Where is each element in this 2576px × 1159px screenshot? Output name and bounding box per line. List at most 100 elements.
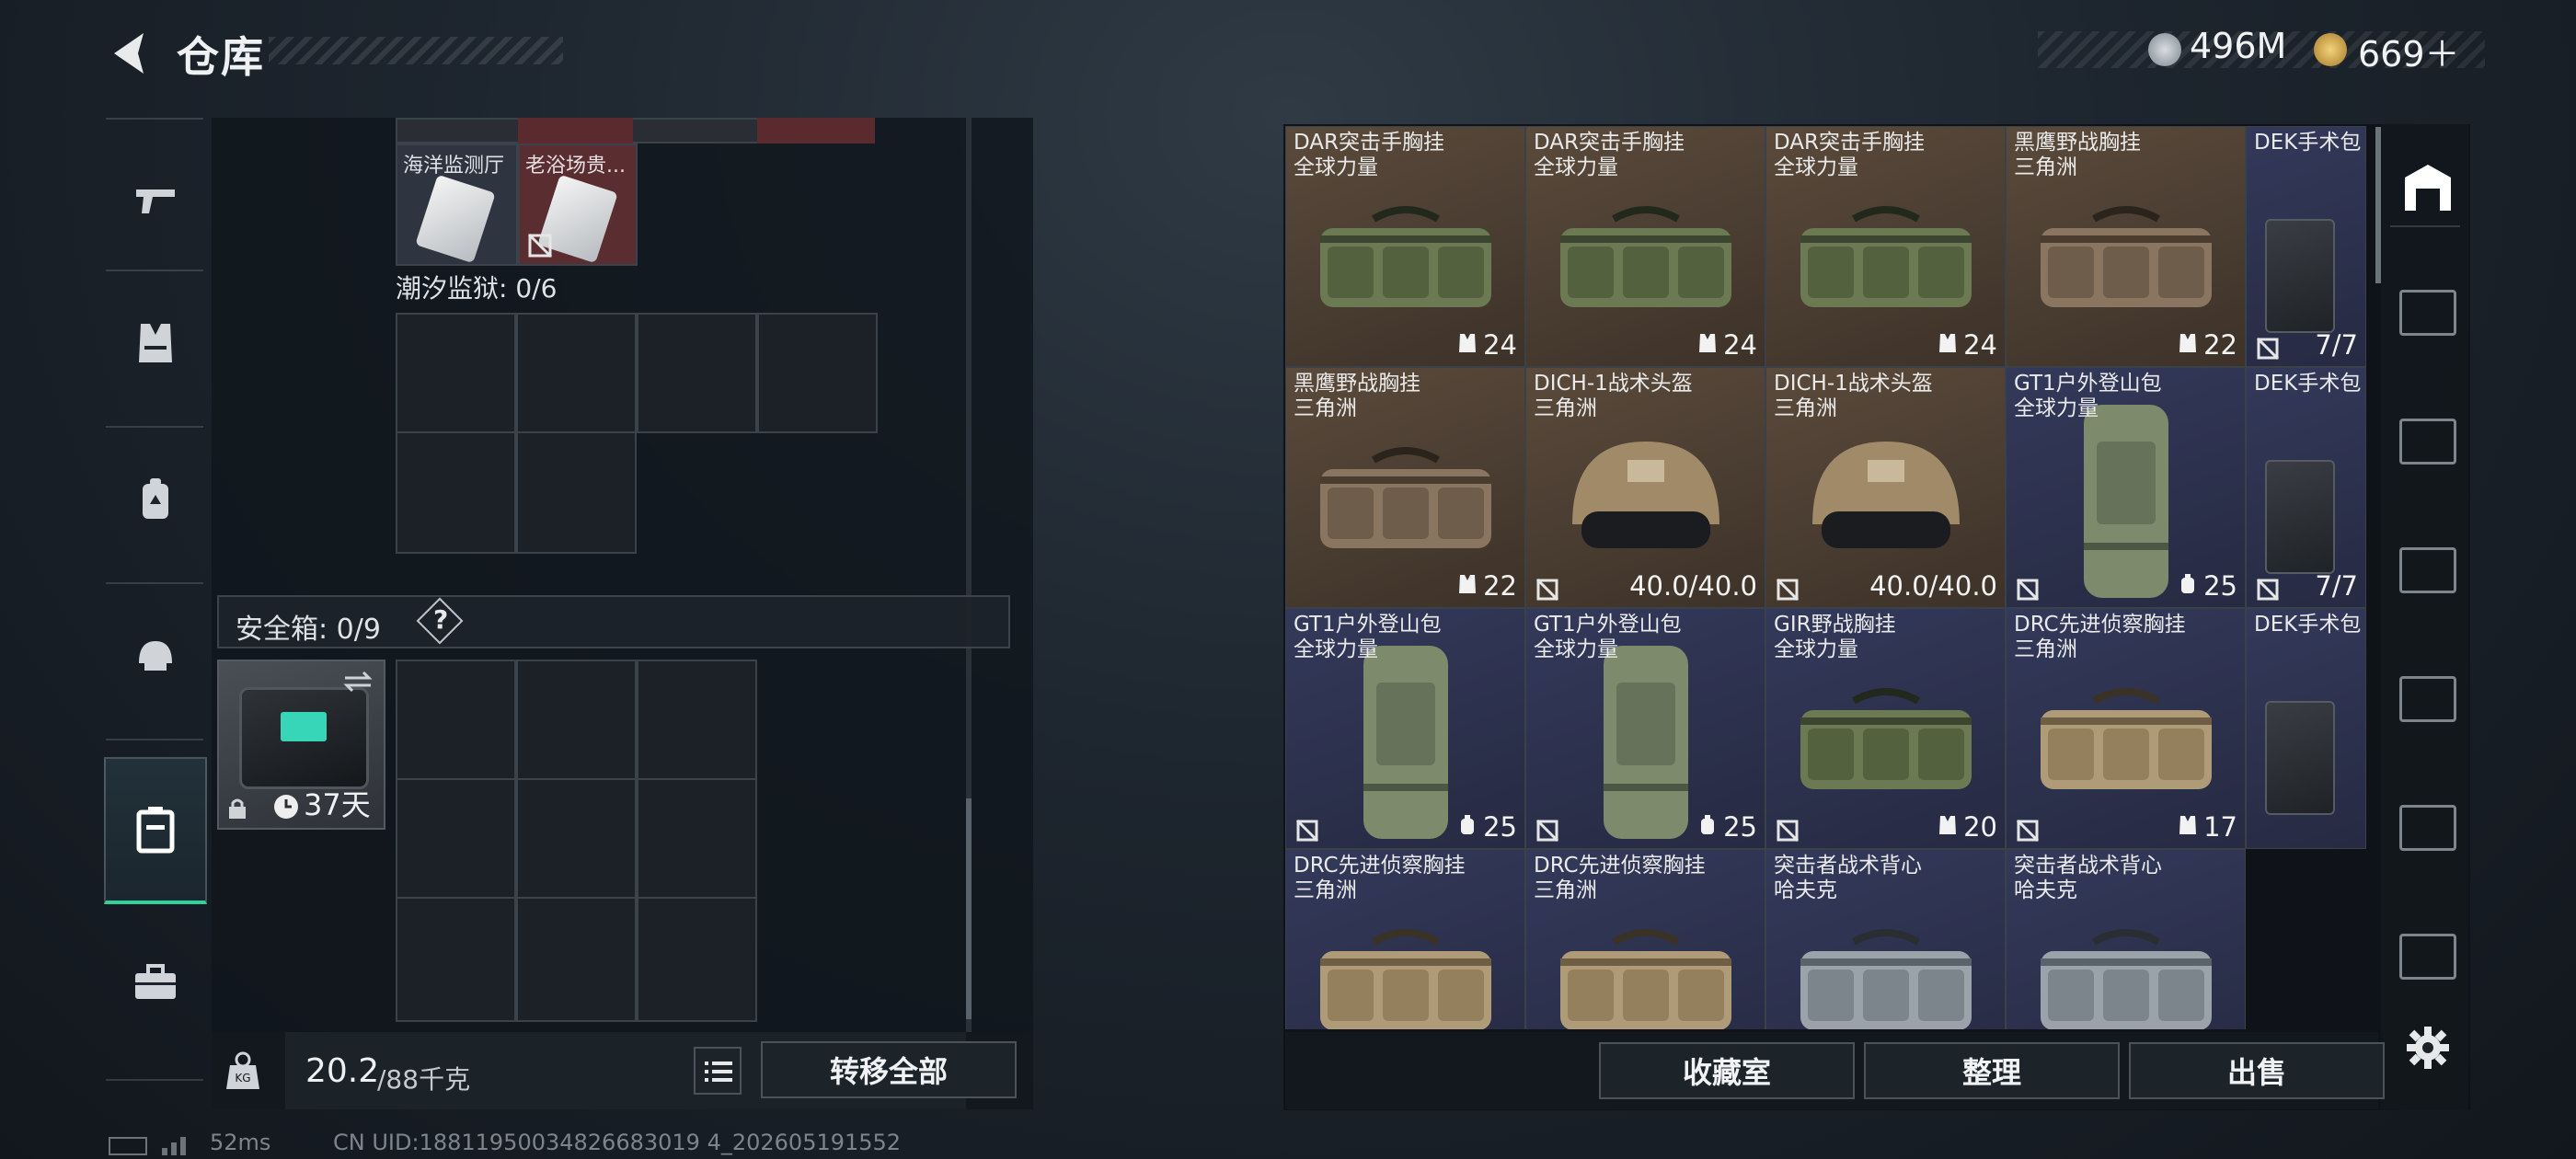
item-count: 25	[1457, 811, 1517, 843]
item-name: GT1户外登山包	[2014, 372, 2162, 396]
page-title: 仓库	[177, 32, 265, 82]
dek-surgery-kit[interactable]: DEK手术包 7/7	[2246, 367, 2366, 608]
inventory-item[interactable]: DAR突击手胸挂 全球力量 24	[1525, 126, 1765, 367]
iv-filter-icon[interactable]	[2399, 547, 2456, 593]
item-name: GT1户外登山包	[1534, 613, 1682, 637]
scrollbar-track[interactable]	[966, 118, 972, 1038]
gear-icon[interactable]	[2405, 1025, 2451, 1071]
no-trade-icon	[2016, 578, 2040, 602]
item-count: 17	[2178, 811, 2237, 843]
safe-slot[interactable]	[396, 660, 516, 780]
item-faction: 全球力量	[2014, 396, 2099, 420]
weight-value: 20.2	[305, 1052, 380, 1090]
safe-slot[interactable]	[396, 897, 516, 1022]
inventory-item[interactable]: 突击者战术背心 哈夫克	[2006, 849, 2246, 1029]
vest-capacity-icon	[1457, 329, 1478, 361]
storage-slot[interactable]	[396, 431, 516, 554]
dek-surgery-kit[interactable]: DEK手术包 7/7	[2246, 126, 2366, 367]
scrollbar-thumb[interactable]	[966, 798, 972, 1019]
inventory-item[interactable]: DRC先进侦察胸挂 三角洲	[1285, 849, 1525, 1029]
nav-backpack[interactable]	[104, 430, 207, 568]
helmet-image	[1526, 414, 1765, 589]
keycard-icon	[415, 174, 496, 264]
safe-box-item[interactable]: 37天	[217, 660, 385, 830]
nav-briefcase[interactable]	[104, 913, 207, 1051]
item-faction: 全球力量	[1774, 637, 1858, 661]
silver-coin-icon	[2148, 33, 2181, 66]
safe-slot[interactable]	[396, 778, 516, 899]
safe-slot[interactable]	[637, 660, 757, 780]
storage-slot[interactable]	[516, 431, 637, 554]
gt1-filter-icon[interactable]	[2399, 419, 2456, 465]
item-faction: 全球力量	[1534, 155, 1618, 179]
item-name: DICH-1战术头盔	[1534, 372, 1693, 396]
inventory-item[interactable]: 突击者战术背心 哈夫克	[1765, 849, 2006, 1029]
storage-slot[interactable]	[757, 313, 878, 433]
nav-vest[interactable]	[104, 274, 207, 412]
inventory-item[interactable]: DICH-1战术头盔 三角洲 40.0/40.0	[1525, 367, 1765, 608]
bag-tan-image	[1286, 896, 1524, 1029]
storage-item[interactable]: 海洋监测厅	[396, 143, 518, 266]
item-name: 黑鹰野战胸挂	[2014, 131, 2141, 155]
inventory-item[interactable]: GT1户外登山包 全球力量 25	[1285, 608, 1525, 849]
storage-slot[interactable]	[516, 313, 637, 433]
inventory-item[interactable]: DAR突击手胸挂 全球力量 24	[1765, 126, 2006, 367]
tall-pack-image	[2007, 405, 2245, 598]
safe-slot[interactable]	[637, 778, 757, 899]
dek-surgery-kit[interactable]: DEK手术包	[2246, 608, 2366, 849]
v-filter-icon[interactable]	[2399, 934, 2456, 980]
inventory-item[interactable]: DICH-1战术头盔 三角洲 40.0/40.0	[1765, 367, 2006, 608]
inventory-item[interactable]: GIR野战胸挂 全球力量 20	[1765, 608, 2006, 849]
no-trade-icon	[2016, 819, 2040, 843]
bag-camo-image	[1286, 414, 1524, 589]
inventory-item[interactable]: DAR突击手胸挂 全球力量 24	[1285, 126, 1525, 367]
item-count-value: 25	[1723, 811, 1757, 843]
item-name: GT1户外登山包	[1294, 613, 1442, 637]
weight-icon: KG	[226, 1051, 259, 1089]
nav-weapon[interactable]	[104, 132, 207, 270]
inventory-item[interactable]: DRC先进侦察胸挂 三角洲	[1525, 849, 1765, 1029]
signal-icon	[162, 1133, 199, 1155]
item-count: 22	[2178, 329, 2237, 361]
storage-item[interactable]: 老浴场贵...	[518, 143, 638, 266]
item-name: DRC先进侦察胸挂	[2014, 613, 2186, 637]
ping-text: 52ms	[210, 1130, 271, 1155]
item-count: 40.0/40.0	[1629, 570, 1757, 602]
safe-slot[interactable]	[516, 897, 637, 1022]
gold-amount[interactable]: 669＋	[2358, 26, 2460, 76]
inventory-item[interactable]: GT1户外登山包 全球力量 25	[2006, 367, 2246, 608]
inventory-item[interactable]: 黑鹰野战胸挂 三角洲 22	[2006, 126, 2246, 367]
nav-container[interactable]	[104, 757, 207, 904]
back-arrow-icon[interactable]	[103, 26, 158, 81]
v-filter-icon[interactable]	[2399, 676, 2456, 722]
item-count-value: 24	[1723, 329, 1757, 361]
inventory-item[interactable]: 黑鹰野战胸挂 三角洲 22	[1285, 367, 1525, 608]
v-filter-icon[interactable]	[2399, 805, 2456, 851]
no-trade-icon	[1776, 578, 1800, 602]
collection-room-button[interactable]: 收藏室	[1599, 1042, 1855, 1099]
transfer-all-button[interactable]: 转移全部	[761, 1041, 1017, 1098]
storage-slot[interactable]	[637, 313, 757, 433]
swap-icon[interactable]	[341, 669, 374, 694]
inventory-item[interactable]: GT1户外登山包 全球力量 25	[1525, 608, 1765, 849]
safe-slot[interactable]	[516, 778, 637, 899]
sell-button[interactable]: 出售	[2129, 1042, 2385, 1099]
item-count-value: 40.0/40.0	[1629, 570, 1757, 602]
item-name: DEK手术包	[2254, 372, 2362, 396]
gt1-filter-icon[interactable]	[2399, 290, 2456, 336]
nav-helmet[interactable]	[104, 587, 207, 725]
safe-slot[interactable]	[637, 897, 757, 1022]
safe-slot[interactable]	[516, 660, 637, 780]
vest-capacity-icon	[2178, 329, 2198, 361]
bag-tan-image	[2007, 655, 2245, 830]
item-name: 黑鹰野战胸挂	[1294, 372, 1420, 396]
list-view-button[interactable]	[694, 1047, 742, 1095]
organize-button[interactable]: 整理	[1864, 1042, 2120, 1099]
weight-bar: KG 20.2 /88千克 转移全部	[212, 1032, 1033, 1109]
lock-icon	[229, 798, 246, 819]
storage-slot[interactable]	[396, 313, 516, 433]
backpack-icon	[143, 478, 168, 519]
storage-filter-icon[interactable]	[2401, 161, 2455, 214]
inventory-item[interactable]: DRC先进侦察胸挂 三角洲 17	[2006, 608, 2246, 849]
item-faction: 三角洲	[2014, 637, 2077, 661]
